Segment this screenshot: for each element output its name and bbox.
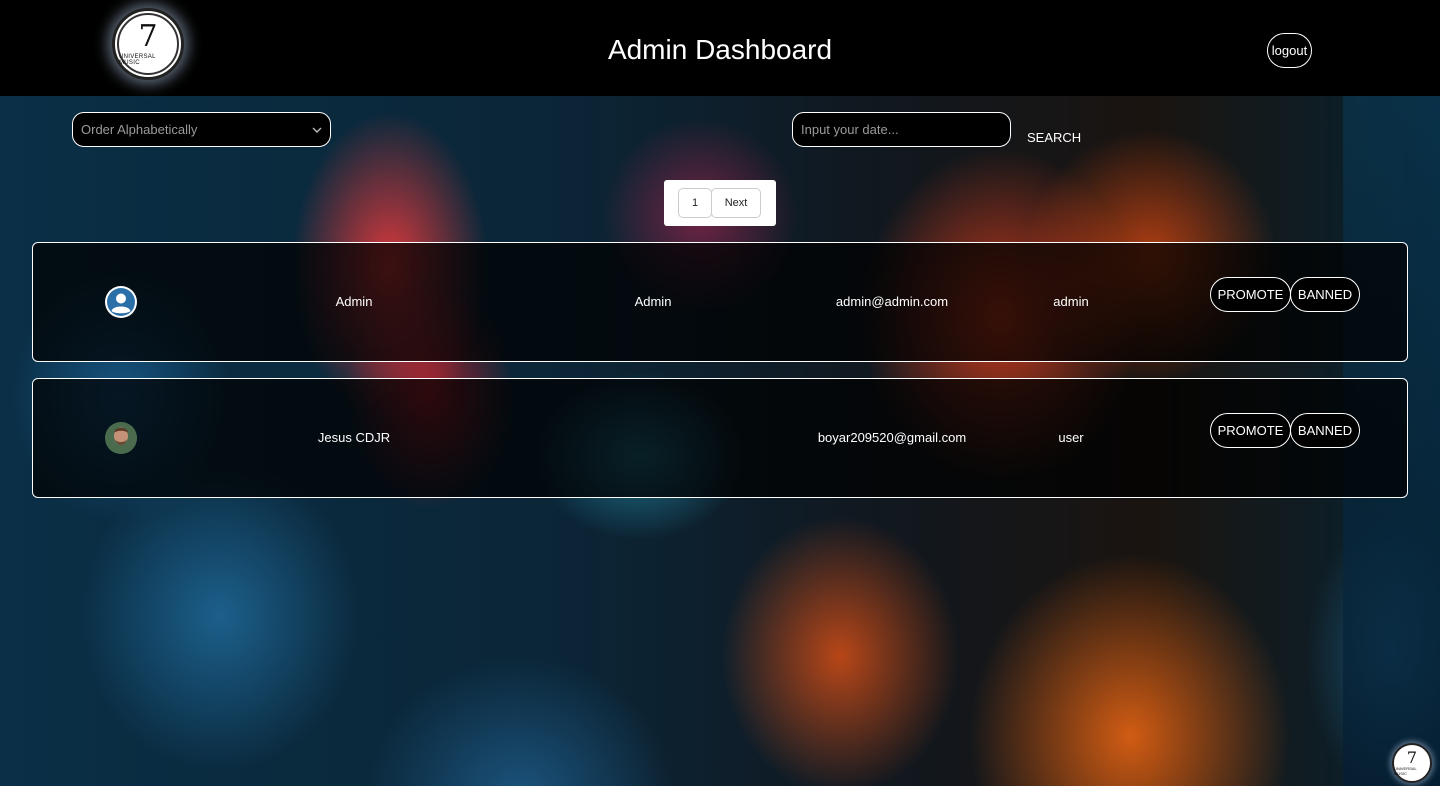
page-title: Admin Dashboard bbox=[607, 34, 833, 65]
sort-select[interactable]: Order Alphabetically bbox=[72, 112, 331, 147]
chevron-down-icon bbox=[312, 123, 322, 137]
user-card: Admin Admin admin@admin.com admin PROMOT… bbox=[32, 242, 1408, 362]
user-email: admin@admin.com bbox=[835, 294, 949, 309]
logout-button[interactable]: logout bbox=[1267, 33, 1312, 68]
user-name: Jesus CDJR bbox=[317, 430, 391, 445]
user-name: Admin bbox=[335, 294, 373, 309]
avatar bbox=[105, 422, 137, 454]
next-page-button[interactable]: Next bbox=[711, 188, 761, 218]
user-email: boyar209520@gmail.com bbox=[817, 430, 967, 445]
date-search-input[interactable]: Input your date... bbox=[792, 112, 1011, 147]
search-button[interactable]: SEARCH bbox=[1027, 130, 1081, 145]
corner-brand-logo[interactable]: 7 UNIVERSAL MUSIC bbox=[1392, 743, 1432, 783]
default-user-icon bbox=[107, 288, 135, 316]
banned-button[interactable]: BANNED bbox=[1290, 413, 1360, 448]
corner-logo-text: UNIVERSAL MUSIC bbox=[1394, 766, 1417, 776]
banned-button[interactable]: BANNED bbox=[1290, 277, 1360, 312]
date-input-placeholder: Input your date... bbox=[801, 122, 899, 137]
user-role: admin bbox=[1053, 294, 1089, 309]
page-number-button[interactable]: 1 bbox=[678, 188, 712, 218]
corner-logo-mark: 7 bbox=[1406, 748, 1418, 767]
top-header: 7 UNIVERSAL MUSIC Admin Dashboard logout bbox=[0, 0, 1440, 96]
user-card: Jesus CDJR boyar209520@gmail.com user PR… bbox=[32, 378, 1408, 498]
avatar bbox=[105, 286, 137, 318]
sort-select-value: Order Alphabetically bbox=[81, 122, 198, 137]
promote-button[interactable]: PROMOTE bbox=[1210, 413, 1291, 448]
promote-button[interactable]: PROMOTE bbox=[1210, 277, 1291, 312]
user-role: user bbox=[1058, 430, 1084, 445]
user-photo-icon bbox=[105, 422, 137, 454]
user-username: Admin bbox=[634, 294, 672, 309]
pagination: 1 Next bbox=[664, 180, 776, 226]
